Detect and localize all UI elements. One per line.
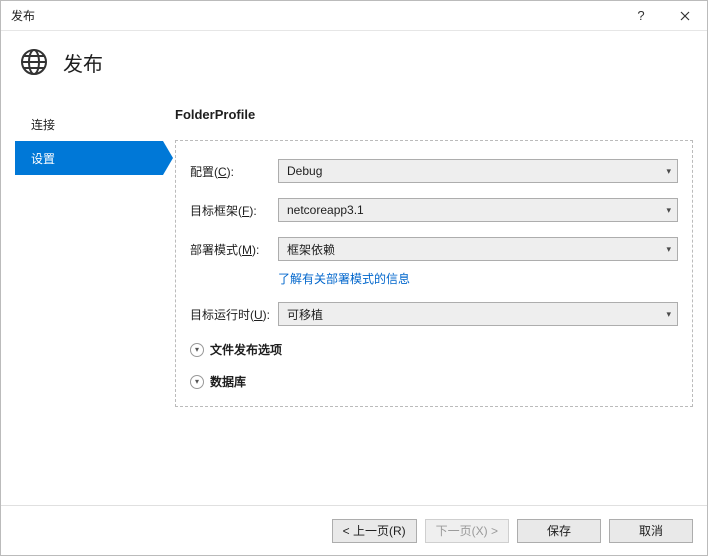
close-button[interactable]	[663, 1, 707, 31]
close-icon	[680, 11, 690, 21]
chevron-down-icon: ▾	[666, 166, 671, 177]
chevron-down-icon: ▾	[190, 343, 204, 357]
sidebar-item-label: 设置	[31, 150, 55, 167]
page-title: 发布	[63, 48, 103, 77]
sidebar-item-settings[interactable]: 设置	[15, 141, 163, 175]
sidebar-item-connection[interactable]: 连接	[15, 107, 163, 141]
runtime-select[interactable]: 可移植 ▾	[278, 302, 678, 326]
deploy-select[interactable]: 框架依赖 ▾	[278, 237, 678, 261]
chevron-down-icon: ▾	[666, 309, 671, 320]
window-title: 发布	[11, 7, 619, 24]
titlebar: 发布 ?	[1, 1, 707, 31]
runtime-select-value: 可移植	[287, 306, 323, 323]
chevron-down-icon: ▾	[666, 205, 671, 216]
deploy-row: 部署模式(M): 框架依赖 ▾	[190, 237, 678, 261]
file-options-expander[interactable]: ▾ 文件发布选项	[190, 341, 678, 358]
settings-panel: 配置(C): Debug ▾ 目标框架(F): netcoreapp3.1 ▾	[175, 140, 693, 407]
deploy-select-value: 框架依赖	[287, 241, 335, 258]
save-button[interactable]: 保存	[517, 519, 601, 543]
profile-title: FolderProfile	[175, 107, 693, 122]
sidebar-item-label: 连接	[31, 116, 55, 133]
header: 发布	[1, 31, 707, 93]
framework-row: 目标框架(F): netcoreapp3.1 ▾	[190, 198, 678, 222]
main: FolderProfile 配置(C): Debug ▾ 目标框架(F): ne…	[175, 107, 693, 495]
config-label: 配置(C):	[190, 163, 272, 180]
sidebar: 连接 设置	[15, 107, 163, 495]
learn-more-link[interactable]: 了解有关部署模式的信息	[278, 272, 410, 286]
chevron-down-icon: ▾	[190, 375, 204, 389]
framework-select[interactable]: netcoreapp3.1 ▾	[278, 198, 678, 222]
globe-icon	[19, 47, 49, 77]
runtime-label: 目标运行时(U):	[190, 306, 272, 323]
config-row: 配置(C): Debug ▾	[190, 159, 678, 183]
footer: < 上一页(R) 下一页(X) > 保存 取消	[1, 505, 707, 555]
config-select[interactable]: Debug ▾	[278, 159, 678, 183]
deploy-link-row: 了解有关部署模式的信息	[278, 270, 678, 287]
deploy-label: 部署模式(M):	[190, 241, 272, 258]
framework-label: 目标框架(F):	[190, 202, 272, 219]
framework-select-value: netcoreapp3.1	[287, 203, 364, 217]
database-label: 数据库	[210, 373, 246, 390]
config-select-value: Debug	[287, 164, 322, 178]
runtime-row: 目标运行时(U): 可移植 ▾	[190, 302, 678, 326]
chevron-down-icon: ▾	[666, 244, 671, 255]
database-expander[interactable]: ▾ 数据库	[190, 373, 678, 390]
prev-button[interactable]: < 上一页(R)	[332, 519, 417, 543]
next-button: 下一页(X) >	[425, 519, 509, 543]
cancel-button[interactable]: 取消	[609, 519, 693, 543]
help-button[interactable]: ?	[619, 1, 663, 31]
file-options-label: 文件发布选项	[210, 341, 282, 358]
body: 连接 设置 FolderProfile 配置(C): Debug ▾ 目标框架(…	[1, 93, 707, 505]
